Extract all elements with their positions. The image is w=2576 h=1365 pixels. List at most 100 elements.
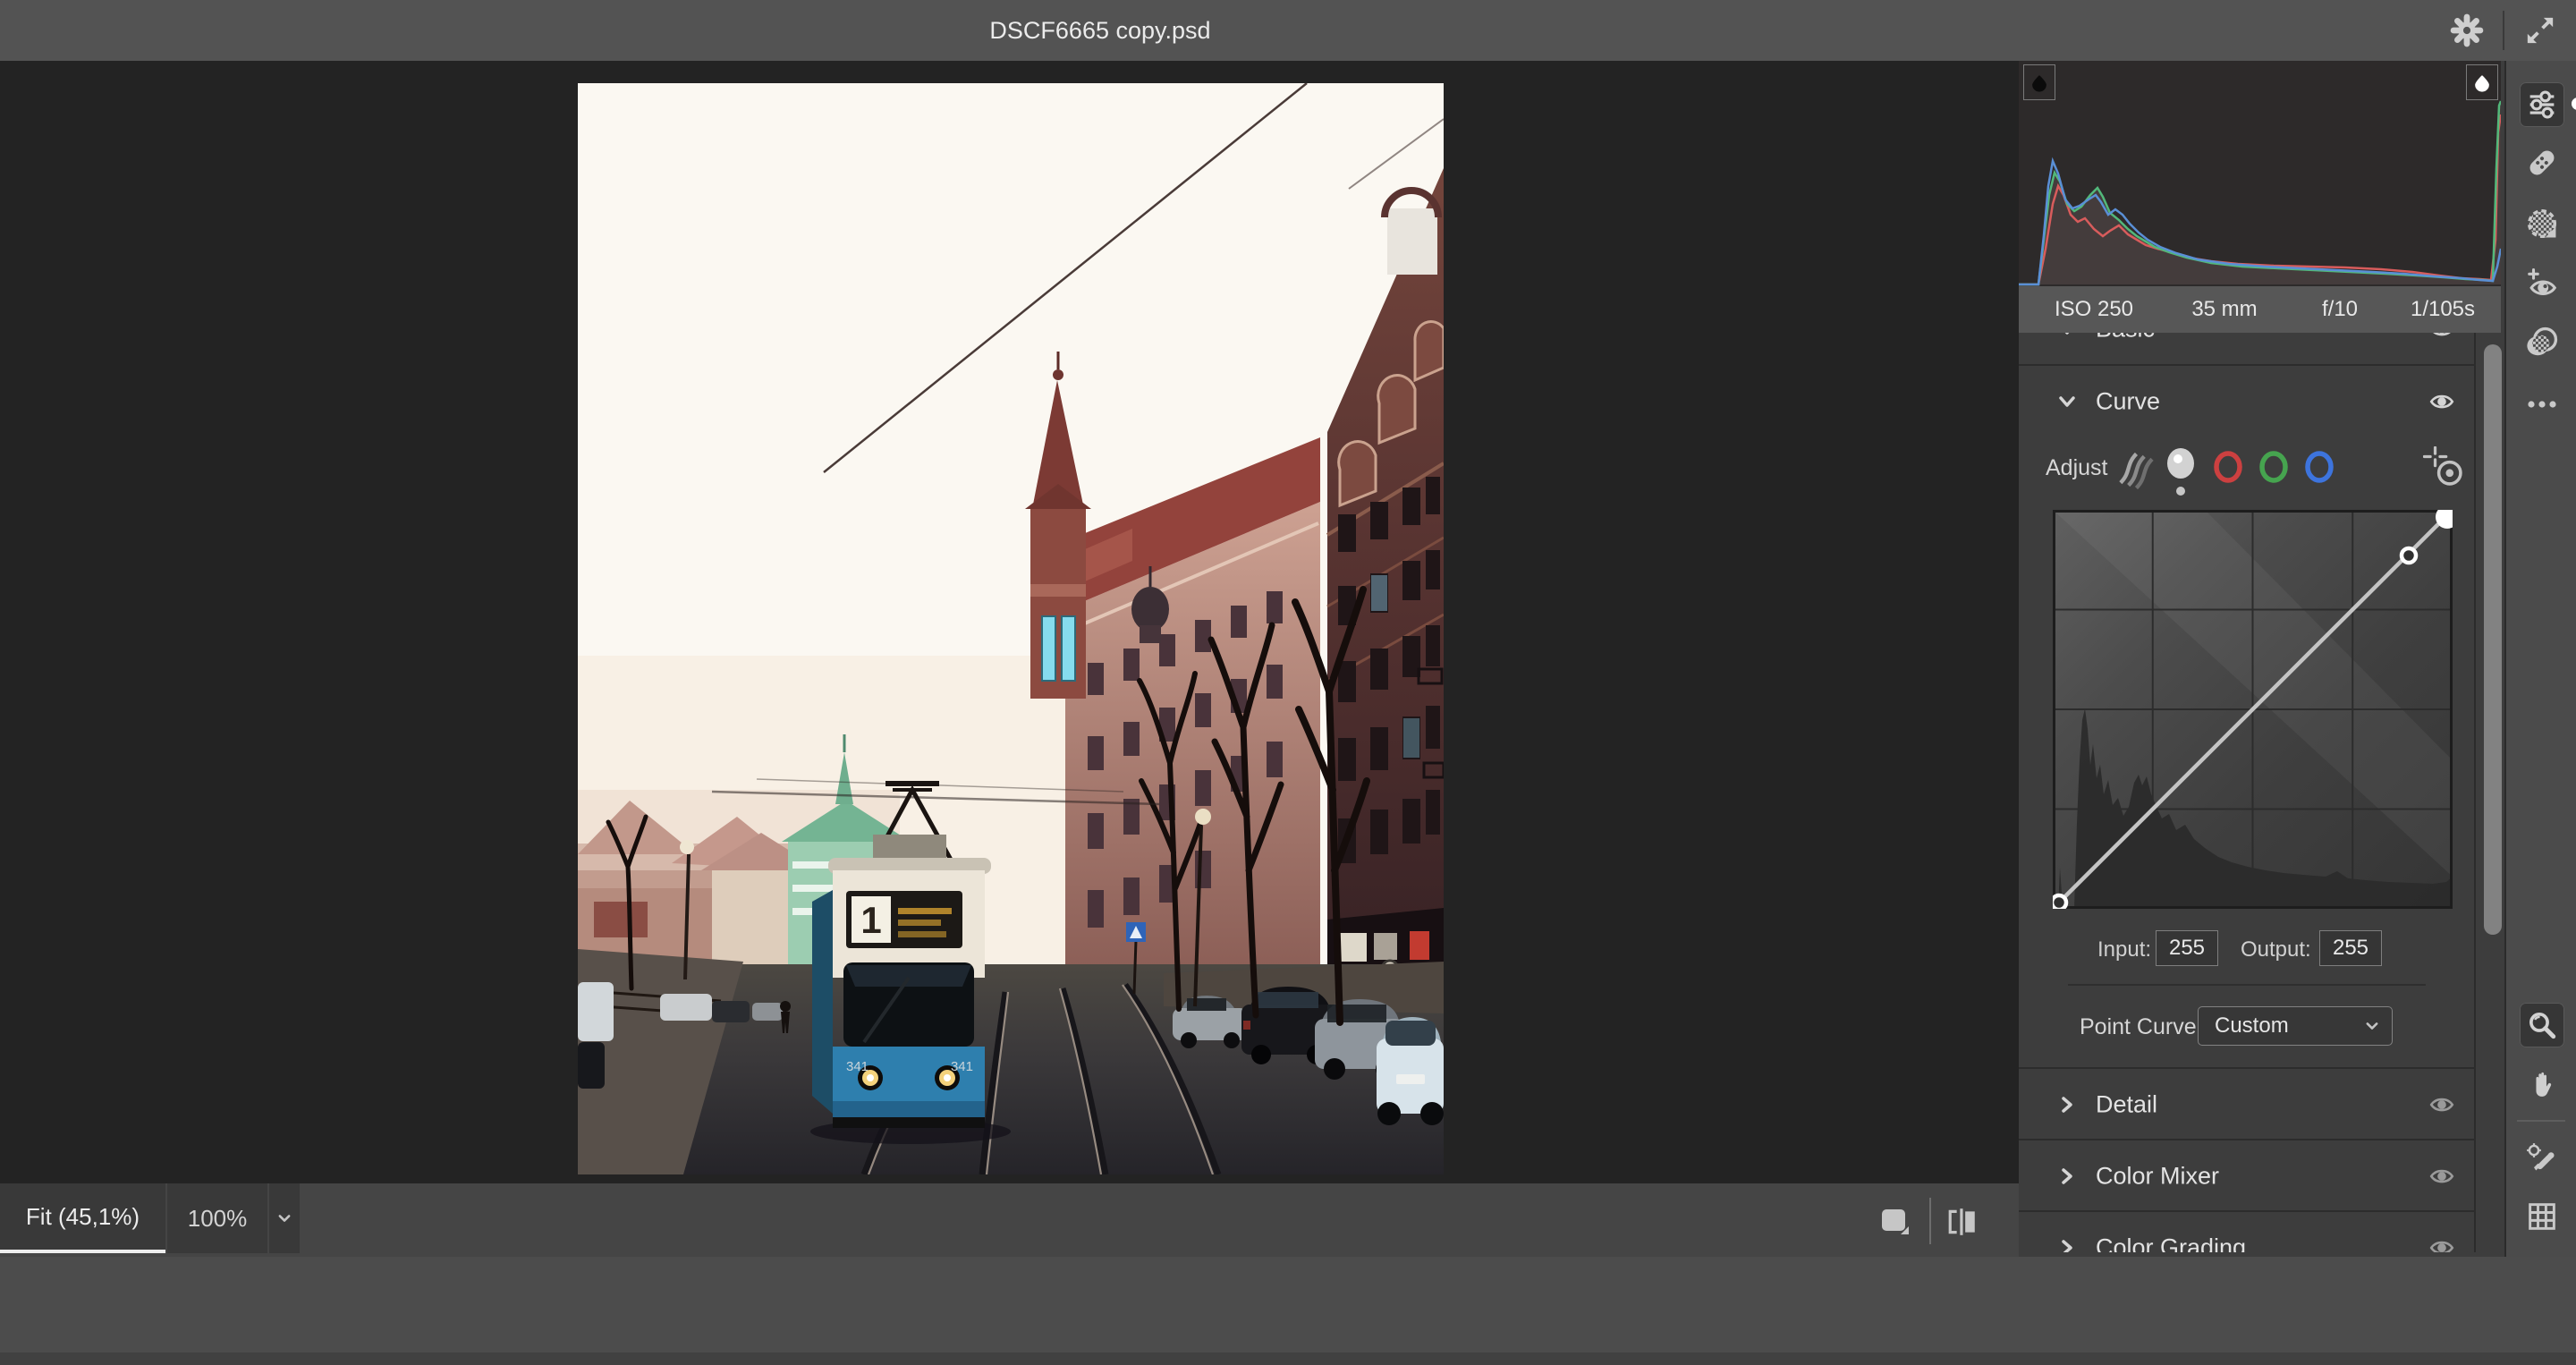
white-balance-eyedropper-icon (2526, 1142, 2558, 1174)
grid-icon (2527, 1201, 2557, 1232)
window-bottom-edge (0, 1352, 2576, 1365)
more-dots-icon (2526, 398, 2558, 411)
zoom-bar-divider (1929, 1198, 1931, 1244)
tram-fleet-number-left: 341 (846, 1059, 869, 1074)
more-options-button[interactable] (2520, 382, 2564, 427)
highlight-clipping-icon (2472, 72, 2492, 92)
masking-tool-button[interactable] (2520, 201, 2564, 246)
point-curve-label: Point Curve (2080, 1014, 2197, 1040)
output-label: Output: (2241, 937, 2311, 962)
photo-canvas[interactable]: 1 341 341 (578, 83, 1444, 1174)
panel-header-color-mixer[interactable]: Color Mixer (2019, 1140, 2474, 1212)
document-title: DSCF6665 copy.psd (0, 0, 2200, 61)
zoom-bar: Fit (45,1%) 100% (0, 1183, 2019, 1259)
dialog-footer: Cancel OK (0, 1257, 2576, 1365)
red-channel-icon[interactable] (2212, 448, 2244, 486)
tab-100-percent[interactable]: 100% (167, 1183, 267, 1253)
panel-header-curve[interactable]: Curve (2019, 366, 2474, 437)
curve-point-mid[interactable] (2402, 548, 2416, 563)
before-after-view-button[interactable] (1946, 1207, 1979, 1237)
panel-scrollbar-thumb[interactable] (2484, 344, 2502, 935)
input-value-field[interactable] (2156, 930, 2218, 966)
titlebar-divider (2503, 11, 2504, 50)
point-curve-channel-icon[interactable] (2164, 445, 2198, 500)
exif-iso: ISO 250 (2055, 286, 2133, 333)
eye-icon[interactable] (2428, 333, 2455, 343)
right-toolbar (2504, 61, 2576, 1257)
healing-tool-button[interactable] (2520, 140, 2564, 185)
exif-aperture: f/10 (2322, 286, 2358, 333)
grid-overlay-button[interactable] (2520, 1194, 2564, 1239)
fullscreen-expand-icon[interactable] (2521, 11, 2560, 50)
exif-shutter-speed: 1/105s (2411, 286, 2475, 333)
input-label: Input: (2097, 937, 2151, 962)
presets-icon (2525, 326, 2559, 360)
panel-header-basic[interactable]: Basic (2019, 333, 2474, 365)
tab-100-label: 100% (188, 1205, 248, 1233)
zoom-tool-button[interactable] (2520, 1003, 2564, 1047)
preview-mode-button[interactable] (1880, 1207, 1911, 1237)
panel-header-detail[interactable]: Detail (2019, 1069, 2474, 1140)
curve-io-row: Input: Output: (2019, 925, 2474, 979)
panel-label-color-mixer: Color Mixer (2096, 1163, 2219, 1191)
red-eye-tool-button[interactable] (2520, 261, 2564, 306)
point-curve-value: Custom (2215, 1013, 2361, 1039)
white-balance-tool-button[interactable] (2520, 1136, 2564, 1181)
eye-icon[interactable] (2428, 1163, 2455, 1190)
chevron-right-icon (2055, 1235, 2080, 1252)
chevron-down-icon (2361, 1015, 2383, 1037)
blue-channel-icon[interactable] (2303, 448, 2335, 486)
chevron-down-icon (2055, 333, 2080, 342)
eye-icon[interactable] (2428, 1234, 2455, 1252)
magnifier-icon (2527, 1010, 2557, 1040)
shadow-clipping-indicator[interactable] (2023, 64, 2055, 100)
panel-label-basic: Basic (2096, 333, 2155, 343)
edit-tool-button[interactable] (2520, 82, 2564, 127)
green-channel-icon[interactable] (2258, 448, 2290, 486)
image-canvas-area[interactable]: 1 341 341 (0, 61, 2019, 1183)
panel-label-detail: Detail (2096, 1091, 2157, 1119)
masking-icon (2525, 207, 2559, 241)
output-value-field[interactable] (2319, 930, 2382, 966)
tram-fleet-number-right: 341 (951, 1059, 973, 1074)
point-curve-select[interactable]: Custom (2198, 1006, 2393, 1046)
parametric-curve-channel-icon[interactable] (2115, 448, 2155, 491)
chevron-right-icon (2055, 1164, 2080, 1189)
curve-inner-divider (2068, 984, 2426, 986)
eye-icon[interactable] (2428, 1091, 2455, 1118)
edit-sliders-icon (2527, 89, 2557, 120)
chevron-down-icon (2055, 389, 2080, 414)
exif-info-bar: ISO 250 35 mm f/10 1/105s (2019, 286, 2501, 333)
tone-curve-grid[interactable] (2053, 510, 2453, 909)
eye-icon[interactable] (2428, 388, 2455, 415)
titlebar: DSCF6665 copy.psd (0, 0, 2576, 62)
hand-tool-button[interactable] (2520, 1062, 2564, 1106)
tab-fit[interactable]: Fit (45,1%) (0, 1183, 165, 1253)
edit-panel-column: ISO 250 35 mm f/10 1/105s Basic (2019, 61, 2504, 1259)
shadow-clipping-icon (2029, 72, 2049, 92)
panel-label-color-grading: Color Grading (2096, 1234, 2246, 1253)
adjust-label: Adjust (2046, 455, 2107, 481)
exif-focal-length: 35 mm (2191, 286, 2257, 333)
toolbar-divider (2517, 1120, 2565, 1122)
settings-gear-icon[interactable] (2447, 11, 2487, 50)
panel-header-color-grading[interactable]: Color Grading (2019, 1212, 2474, 1252)
curve-adjust-row: Adjust (2019, 437, 2474, 502)
presets-tool-button[interactable] (2520, 320, 2564, 365)
chevron-down-icon (274, 1208, 295, 1229)
red-eye-icon (2525, 267, 2559, 301)
hand-icon (2527, 1069, 2557, 1099)
tram-route-number: 1 (860, 899, 881, 941)
targeted-adjustment-icon[interactable] (2423, 446, 2464, 488)
healing-bandaid-icon (2526, 147, 2558, 179)
zoom-level-dropdown[interactable] (269, 1183, 300, 1253)
curve-point-shadows[interactable] (2053, 895, 2066, 909)
panel-scroll-area: Basic Curve Adjust (2019, 333, 2476, 1252)
camera-raw-dialog: DSCF6665 copy.psd (0, 0, 2576, 1365)
highlight-clipping-indicator[interactable] (2466, 64, 2498, 100)
chevron-right-icon (2055, 1092, 2080, 1117)
histogram[interactable] (2019, 61, 2501, 286)
panel-scrollbar-gutter (2474, 333, 2506, 1252)
panel-label-curve: Curve (2096, 388, 2160, 416)
active-panel-indicator-dot (2572, 98, 2576, 110)
